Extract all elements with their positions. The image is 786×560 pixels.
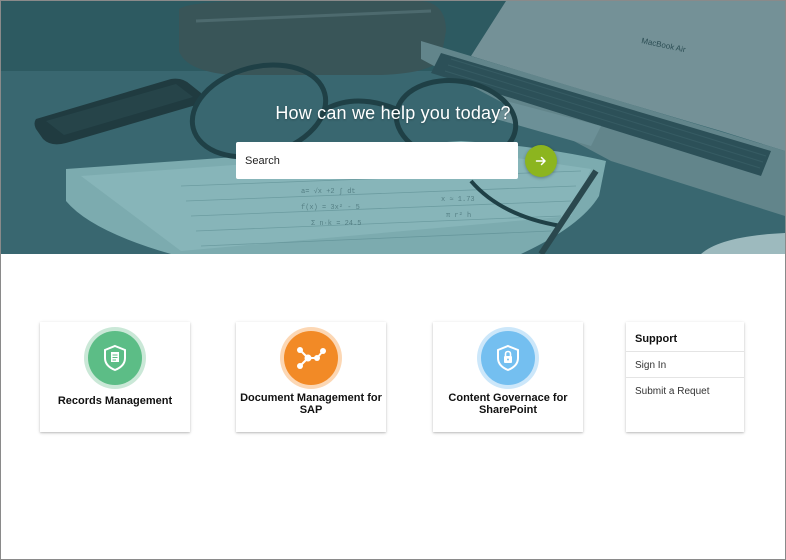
card-label: Document Management for SAP (240, 392, 382, 416)
hero-banner: MacBook Air a= √x +2 ∫ dt f(x) = 3x² - 5… (1, 1, 785, 254)
sign-in-link[interactable]: Sign In (626, 351, 744, 377)
submit-request-link[interactable]: Submit a Requet (626, 377, 744, 403)
card-document-management-sap[interactable]: Document Management for SAP (236, 322, 386, 432)
lock-shield-icon (497, 344, 519, 372)
search-input[interactable] (236, 142, 518, 179)
hero-color-overlay (1, 1, 785, 254)
card-icon-badge (477, 327, 539, 389)
support-panel: Support Sign In Submit a Requet (626, 322, 744, 432)
card-icon-badge (280, 327, 342, 389)
hero-title: How can we help you today? (275, 103, 511, 123)
page-frame: MacBook Air a= √x +2 ∫ dt f(x) = 3x² - 5… (0, 0, 786, 560)
card-records-management[interactable]: Records Management (40, 322, 190, 432)
arrow-right-icon (535, 156, 546, 166)
card-label: Records Management (57, 395, 173, 407)
card-label: Content Governace for SharePoint (448, 392, 568, 416)
support-title: Support (635, 333, 678, 345)
search-submit-button[interactable] (525, 145, 557, 177)
document-shield-icon (104, 344, 126, 372)
card-content-governance-sharepoint[interactable]: Content Governace for SharePoint (433, 322, 583, 432)
card-icon-badge (84, 327, 146, 389)
network-nodes-icon (297, 347, 326, 369)
